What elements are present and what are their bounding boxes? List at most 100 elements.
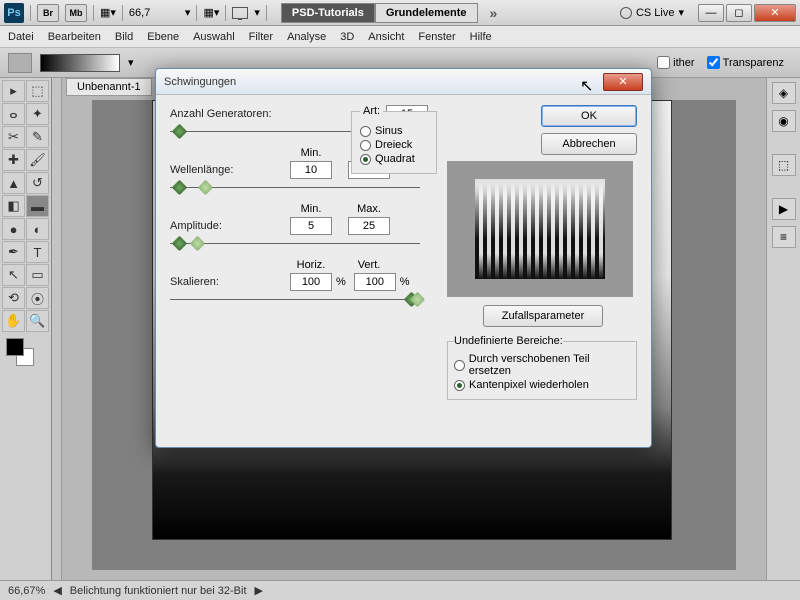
move-tool[interactable]: ▸ <box>2 80 25 102</box>
status-message: Belichtung funktioniert nur bei 32-Bit <box>70 585 247 597</box>
panel-icon-4[interactable]: ▶ <box>772 198 796 220</box>
brush-tool[interactable]: 🖌 <box>26 149 49 171</box>
blur-tool[interactable]: ● <box>2 218 25 240</box>
type-group: Art: Sinus Dreieck Quadrat <box>351 105 437 174</box>
dock-left[interactable] <box>52 78 62 580</box>
shape-tool[interactable]: ▭ <box>26 264 49 286</box>
close-button[interactable]: ✕ <box>754 4 796 22</box>
workspace-tab-psdtutorials[interactable]: PSD-Tutorials <box>281 3 375 23</box>
workspace-expand-icon[interactable]: » <box>490 5 498 21</box>
tool-preset-icon[interactable] <box>8 53 32 73</box>
workspace-tab-grundelemente[interactable]: Grundelemente <box>375 3 478 23</box>
amplitude-min-input[interactable] <box>290 217 332 235</box>
menu-3d[interactable]: 3D <box>340 31 354 43</box>
bridge-button[interactable]: Br <box>37 4 59 22</box>
gradient-tool[interactable]: ▬ <box>26 195 49 217</box>
scale-label: Skalieren: <box>170 276 290 288</box>
panel-icon-1[interactable]: ◈ <box>772 82 796 104</box>
amplitude-slider[interactable] <box>170 239 420 249</box>
view-extras-icon[interactable]: ▦▾ <box>100 6 116 19</box>
zoom-tool[interactable]: 🔍 <box>26 310 49 332</box>
type-legend: Art: <box>360 105 383 117</box>
menubar: Datei Bearbeiten Bild Ebene Auswahl Filt… <box>0 26 800 48</box>
marquee-tool[interactable]: ⬚ <box>26 80 49 102</box>
radio-dreieck[interactable] <box>360 140 371 151</box>
amplitude-label: Amplitude: <box>170 220 290 232</box>
radio-quadrat[interactable] <box>360 154 371 165</box>
radio-repeat[interactable] <box>454 380 465 391</box>
radio-sinus[interactable] <box>360 126 371 137</box>
cslive-label[interactable]: CS Live <box>636 7 675 19</box>
menu-ansicht[interactable]: Ansicht <box>368 31 404 43</box>
wavelength-min-input[interactable] <box>290 161 332 179</box>
scale-slider[interactable] <box>170 295 420 305</box>
foreground-color[interactable] <box>6 338 24 356</box>
panel-icon-5[interactable]: ≡ <box>772 226 796 248</box>
type-tool[interactable]: T <box>26 241 49 263</box>
cancel-button[interactable]: Abbrechen <box>541 133 637 155</box>
vert-header: Vert. <box>348 259 390 271</box>
min-header: Min. <box>290 147 332 159</box>
wavelength-slider[interactable] <box>170 183 420 193</box>
dock-right: ◈ ◉ ⬚ ▶ ≡ <box>766 78 800 580</box>
horiz-header: Horiz. <box>290 259 332 271</box>
dodge-tool[interactable]: ◐ <box>26 218 49 240</box>
dither-label: ither <box>673 57 694 69</box>
maximize-button[interactable]: ◻ <box>726 4 752 22</box>
3d-camera-tool[interactable]: ⦿ <box>26 287 49 309</box>
pen-tool[interactable]: ✒ <box>2 241 25 263</box>
stamp-tool[interactable]: ▲ <box>2 172 25 194</box>
photoshop-icon: Ps <box>4 3 24 23</box>
menu-filter[interactable]: Filter <box>249 31 273 43</box>
dither-checkbox[interactable] <box>657 56 670 69</box>
dialog-close-button[interactable]: ✕ <box>603 73 643 91</box>
menu-datei[interactable]: Datei <box>8 31 34 43</box>
crop-tool[interactable]: ✂ <box>2 126 25 148</box>
menu-hilfe[interactable]: Hilfe <box>470 31 492 43</box>
generators-label: Anzahl Generatoren: <box>170 108 290 120</box>
dialog-titlebar[interactable]: Schwingungen ✕ <box>156 69 651 95</box>
transparency-label: Transparenz <box>723 57 784 69</box>
transparency-checkbox[interactable] <box>707 56 720 69</box>
color-swatches[interactable] <box>2 336 49 372</box>
history-brush-tool[interactable]: ↺ <box>26 172 49 194</box>
hand-tool[interactable]: ✋ <box>2 310 25 332</box>
ok-button[interactable]: OK <box>541 105 637 127</box>
gradient-preview[interactable] <box>40 54 120 72</box>
min-header-2: Min. <box>290 203 332 215</box>
eraser-tool[interactable]: ◧ <box>2 195 25 217</box>
menu-ebene[interactable]: Ebene <box>147 31 179 43</box>
menu-bild[interactable]: Bild <box>115 31 133 43</box>
status-zoom[interactable]: 66,67% <box>8 585 45 597</box>
preview-area <box>447 161 633 297</box>
toolbox: ▸ ⬚ ⴰ ✦ ✂ ✎ ✚ 🖌 ▲ ↺ ◧ ▬ ● ◐ ✒ T ↖ ▭ ⟲ ⦿ … <box>0 78 52 580</box>
screen-mode-icon[interactable] <box>232 7 248 19</box>
panel-icon-2[interactable]: ◉ <box>772 110 796 132</box>
view-grid-icon[interactable]: ▦▾ <box>203 6 219 19</box>
randomize-button[interactable]: Zufallsparameter <box>483 305 603 327</box>
3d-tool[interactable]: ⟲ <box>2 287 25 309</box>
menu-auswahl[interactable]: Auswahl <box>193 31 235 43</box>
minimize-button[interactable]: — <box>698 4 724 22</box>
lasso-tool[interactable]: ⴰ <box>2 103 25 125</box>
menu-fenster[interactable]: Fenster <box>418 31 455 43</box>
titlebar: Ps Br Mb ▦▾ 66,7▾ ▦▾ ▾ PSD-Tutorials Gru… <box>0 0 800 26</box>
document-tab[interactable]: Unbenannt-1 <box>66 78 152 96</box>
undef-legend: Undefinierte Bereiche: <box>454 335 563 347</box>
amplitude-max-input[interactable] <box>348 217 390 235</box>
minibridge-button[interactable]: Mb <box>65 4 87 22</box>
panel-icon-3[interactable]: ⬚ <box>772 154 796 176</box>
wand-tool[interactable]: ✦ <box>26 103 49 125</box>
radio-wrap[interactable] <box>454 360 465 371</box>
healing-tool[interactable]: ✚ <box>2 149 25 171</box>
zoom-level[interactable]: 66,7 <box>129 7 179 19</box>
eyedropper-tool[interactable]: ✎ <box>26 126 49 148</box>
path-tool[interactable]: ↖ <box>2 264 25 286</box>
wave-dialog: Schwingungen ✕ Anzahl Generatoren: Min. M… <box>155 68 652 448</box>
scale-v-input[interactable] <box>354 273 396 291</box>
cslive-icon <box>620 7 632 19</box>
menu-bearbeiten[interactable]: Bearbeiten <box>48 31 101 43</box>
menu-analyse[interactable]: Analyse <box>287 31 326 43</box>
scale-h-input[interactable] <box>290 273 332 291</box>
dialog-title: Schwingungen <box>164 76 603 88</box>
